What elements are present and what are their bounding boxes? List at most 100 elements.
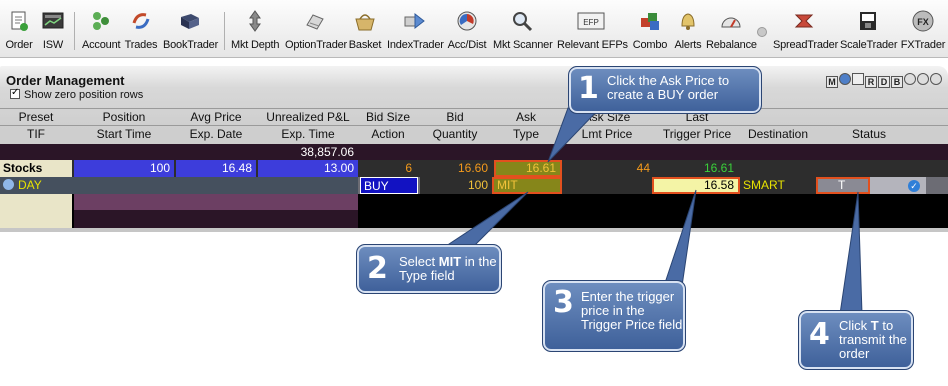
trades-icon	[129, 9, 153, 33]
toolbar-trades[interactable]: Trades	[124, 0, 158, 58]
totals-row: 38,857.06	[0, 144, 948, 160]
layout-icon[interactable]	[852, 73, 864, 85]
toolbar-combo[interactable]: Combo	[631, 0, 669, 58]
col-exp-date[interactable]: Exp. Date	[176, 127, 256, 141]
col-ask[interactable]: Ask	[494, 110, 558, 124]
toolbar-order[interactable]: Order	[3, 0, 35, 58]
order-tif-value: DAY	[18, 178, 42, 192]
col-lmt-price[interactable]: Lmt Price	[560, 127, 654, 141]
help-icon[interactable]	[930, 73, 942, 85]
col-unrealized-pnl[interactable]: Unrealized P&L	[258, 110, 358, 124]
spreadtrader-icon	[792, 9, 816, 33]
blank-row	[0, 194, 948, 210]
stock-ask[interactable]: 16.61	[494, 160, 562, 177]
toolbar-basket[interactable]: Basket	[347, 0, 383, 58]
toolbar-indextrader[interactable]: IndexTrader	[387, 0, 444, 58]
order-action[interactable]: BUY	[360, 177, 418, 194]
order-tif[interactable]: DAY	[0, 177, 72, 194]
settings-icon[interactable]	[917, 73, 929, 85]
mkt-scanner-icon	[510, 9, 534, 33]
stock-last: 16.61	[703, 161, 734, 175]
scaletrader-icon	[856, 9, 880, 33]
toolbar-mkt-depth[interactable]: Mkt Depth	[231, 0, 280, 58]
show-zero-checkbox[interactable]: Show zero position rows	[10, 87, 143, 101]
mode-r-button[interactable]: R	[865, 76, 877, 88]
lock-icon[interactable]	[904, 73, 916, 85]
callout-step-3: 3 Enter the trigger price in the Trigger…	[542, 280, 686, 352]
col-exp-time[interactable]: Exp. Time	[258, 127, 358, 141]
stock-ask-size[interactable]: 44	[564, 160, 654, 177]
mode-b-button[interactable]: B	[891, 76, 903, 88]
order-row-filler	[72, 177, 358, 194]
toolbar-label: Mkt Depth	[231, 39, 280, 51]
stock-bid[interactable]: 16.60	[418, 160, 492, 177]
order-destination[interactable]: SMART	[740, 177, 816, 194]
toolbar-acc-dist[interactable]: Acc/Dist	[444, 0, 490, 58]
header-divider	[0, 125, 948, 126]
panel-buttons: M RDB	[825, 72, 942, 88]
stock-label[interactable]: Stocks	[0, 160, 72, 177]
toolbar-rebalance[interactable]: Rebalance	[706, 0, 757, 58]
col-destination[interactable]: Destination	[740, 127, 816, 141]
globe-icon[interactable]	[839, 73, 851, 85]
callout-number: 2	[367, 251, 388, 286]
toolbar-alerts[interactable]: Alerts	[672, 0, 704, 58]
stock-row: Stocks 100 16.48 13.00 6 16.60 16.61 44 …	[0, 160, 948, 177]
order-lmt-price[interactable]	[562, 177, 652, 194]
toolbar-relevant-efps[interactable]: EFP Relevant EFPs	[557, 0, 628, 58]
stock-bid-size[interactable]: 6	[360, 160, 416, 177]
order-type[interactable]: MIT	[492, 177, 562, 194]
fxtrader-icon: FX	[911, 9, 935, 33]
toolbar-scaletrader[interactable]: ScaleTrader	[840, 0, 898, 58]
col-bid-size[interactable]: Bid Size	[360, 110, 416, 124]
blank-cell	[74, 210, 358, 228]
col-action[interactable]: Action	[360, 127, 416, 141]
blank-cell	[74, 194, 358, 210]
toolbar-isw[interactable]: ISW	[38, 0, 68, 58]
toolbar-label: BookTrader	[163, 39, 219, 51]
transmit-button[interactable]: T	[816, 177, 870, 194]
blank-cell	[0, 194, 72, 210]
toolbar-spreadtrader[interactable]: SpreadTrader	[773, 0, 838, 58]
col-position[interactable]: Position	[74, 110, 174, 124]
toolbar-booktrader[interactable]: BookTrader	[163, 0, 219, 58]
toolbar-label: ISW	[42, 39, 64, 51]
callout-step-4: 4 Click T to transmit the order	[798, 310, 914, 370]
col-preset[interactable]: Preset	[0, 110, 72, 124]
stock-unrealized: 13.00	[258, 160, 358, 177]
col-type[interactable]: Type	[494, 127, 558, 141]
check-icon: ✓	[908, 180, 920, 192]
toolbar-fxtrader[interactable]: FX FXTrader	[900, 0, 946, 58]
expand-icon[interactable]	[3, 179, 14, 190]
toolbar-label: Mkt Scanner	[493, 39, 553, 51]
order-icon	[7, 9, 31, 33]
toolbar-optiontrader[interactable]: OptionTrader	[285, 0, 347, 58]
callout-text-part: Click	[839, 318, 871, 333]
order-quantity[interactable]: 100	[420, 177, 492, 194]
col-bid[interactable]: Bid	[418, 110, 492, 124]
callout-text: Enter the trigger price in the Trigger P…	[581, 289, 683, 332]
callout-text-bold: T	[870, 318, 879, 333]
callout-number: 1	[578, 71, 599, 106]
toolbar-divider	[224, 12, 225, 50]
callout-text: Select MIT in the Type field	[399, 255, 499, 283]
mode-d-button[interactable]: D	[878, 76, 890, 88]
col-quantity[interactable]: Quantity	[418, 127, 492, 141]
col-start-time[interactable]: Start Time	[74, 127, 174, 141]
indextrader-icon	[402, 9, 426, 33]
col-avg-price[interactable]: Avg Price	[176, 110, 256, 124]
toolbar-account[interactable]: Account	[82, 0, 121, 58]
col-status[interactable]: Status	[818, 127, 920, 141]
col-tif[interactable]: TIF	[0, 127, 72, 141]
callout-text: Click T to transmit the order	[839, 319, 911, 361]
toolbar-mkt-scanner[interactable]: Mkt Scanner	[493, 0, 553, 58]
checkbox-icon[interactable]	[10, 87, 20, 99]
status-check[interactable]: ✓	[908, 177, 926, 194]
toolbar-divider	[74, 12, 75, 50]
toolbar-label: FXTrader	[900, 39, 946, 51]
mode-m-button[interactable]: M	[826, 76, 838, 88]
col-trigger-price[interactable]: Trigger Price	[656, 127, 738, 141]
toolbar-label: Rebalance	[706, 39, 757, 51]
order-trigger-price[interactable]: 16.58	[652, 177, 740, 194]
relevant-efps-icon: EFP	[576, 9, 606, 33]
